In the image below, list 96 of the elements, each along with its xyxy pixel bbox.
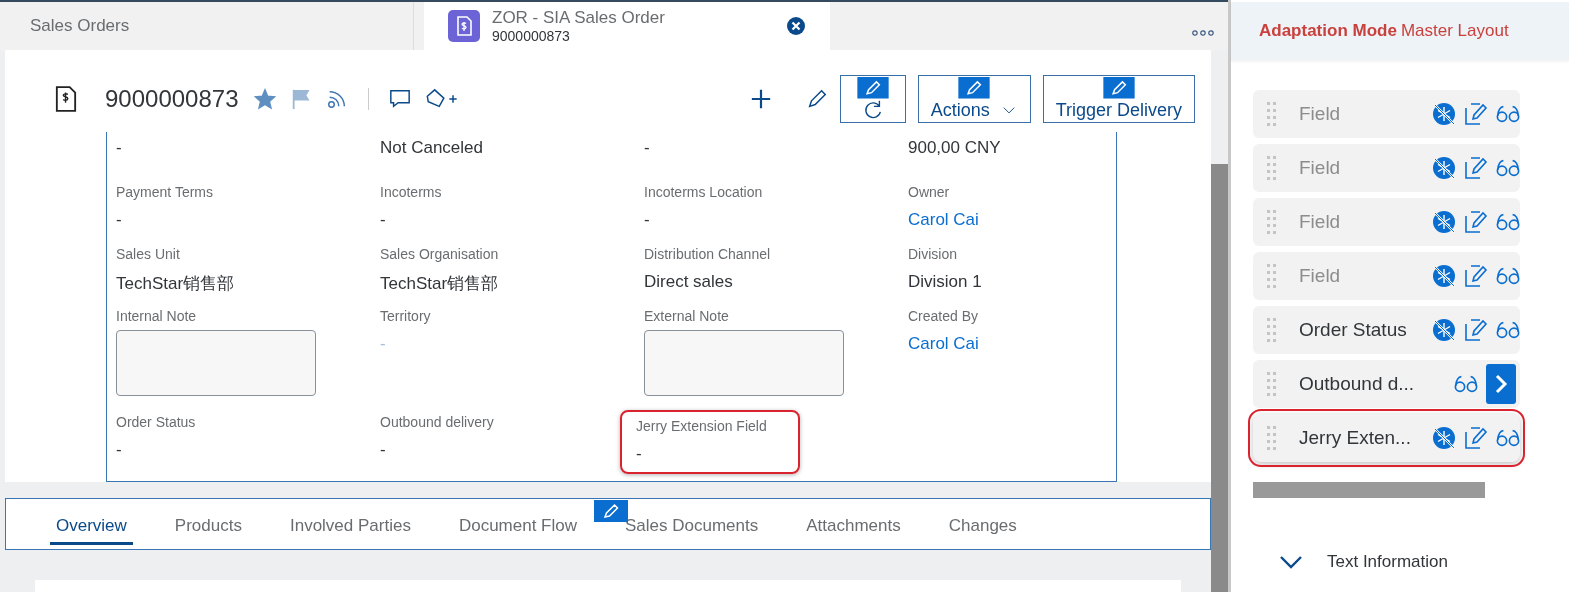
edit-document-icon[interactable] [1464, 156, 1488, 180]
field-label: Incoterms Location [644, 184, 763, 200]
edit-document-icon[interactable] [1464, 102, 1488, 126]
hide-icon[interactable] [1432, 210, 1456, 234]
more-icon[interactable] [1192, 30, 1214, 36]
field-value: - [644, 138, 650, 158]
field-name: Field [1299, 103, 1342, 125]
field-link[interactable]: Carol Cai [908, 334, 979, 354]
layout-title: Master Layout [1400, 21, 1509, 41]
menu-button[interactable]: Actions [917, 75, 1031, 123]
field-label: Created By [908, 308, 979, 324]
field-value: - [380, 440, 386, 460]
navigate-button[interactable] [1486, 364, 1516, 404]
field-label: Payment Terms [116, 184, 213, 200]
field-name: Field [1299, 265, 1342, 287]
field-label: Jerry Extension Field [636, 418, 767, 434]
comment-icon[interactable] [389, 88, 412, 110]
section-tab[interactable]: Sales Documents [619, 511, 765, 545]
field-name: Field [1299, 157, 1342, 179]
action-button[interactable]: Trigger Delivery [1042, 75, 1196, 123]
field-name: Jerry Exten... [1299, 427, 1412, 449]
field-label: Incoterms [380, 184, 442, 200]
add-tag-icon[interactable] [425, 88, 460, 110]
field-row[interactable]: Outbound d... [1253, 360, 1520, 408]
field-value: - [380, 334, 386, 354]
hide-icon[interactable] [1432, 426, 1456, 450]
edit-icon[interactable] [1102, 77, 1135, 99]
field-name: Outbound d... [1299, 373, 1416, 395]
field-label: Sales Unit [116, 246, 180, 262]
field-row[interactable]: Field [1253, 90, 1520, 138]
text-area[interactable] [116, 330, 316, 396]
section-tab[interactable]: Attachments [800, 511, 907, 545]
edit-icon[interactable] [958, 77, 991, 99]
drag-handle-icon[interactable] [1267, 264, 1277, 288]
section-tab[interactable]: Involved Parties [283, 511, 417, 545]
star-icon[interactable] [254, 88, 277, 110]
field-value: - [380, 210, 386, 230]
drag-handle-icon[interactable] [1267, 210, 1277, 234]
field-row[interactable]: Field [1253, 252, 1520, 300]
drag-handle-icon[interactable] [1267, 156, 1277, 180]
drag-handle-icon[interactable] [1267, 102, 1277, 126]
refresh-button[interactable] [839, 75, 906, 123]
mode-title: Adaptation Mode [1259, 21, 1397, 41]
text-area[interactable] [644, 330, 844, 396]
field-row[interactable]: Order Status [1253, 306, 1520, 354]
edit-document-icon[interactable] [1464, 264, 1488, 288]
field-row[interactable]: Field [1253, 198, 1520, 246]
field-label: Owner [908, 184, 950, 200]
drag-handle-icon[interactable] [1267, 318, 1277, 342]
field-value: - [636, 444, 642, 464]
hide-icon[interactable] [1432, 318, 1456, 342]
section-tab[interactable]: Overview [50, 511, 133, 545]
edit-document-icon[interactable] [1464, 318, 1488, 342]
field-value: 900,00 CNY [908, 138, 1001, 158]
edit-document-icon[interactable] [1464, 210, 1488, 234]
field-row[interactable]: Field [1253, 144, 1520, 192]
field-value: TechStar销售部 [116, 273, 235, 295]
drag-handle-icon[interactable] [1267, 372, 1277, 396]
section-tab[interactable]: Products [168, 511, 248, 545]
field-value: - [116, 138, 122, 158]
field-name: Field [1299, 211, 1342, 233]
object-title: 9000000873 [105, 85, 239, 113]
document-icon [55, 84, 77, 114]
edit-icon[interactable] [594, 500, 628, 522]
field-label: Internal Note [116, 308, 197, 324]
field-value: Not Canceled [380, 138, 483, 158]
field-label: Territory [380, 308, 431, 324]
field-label: Distribution Channel [644, 246, 771, 262]
field-value: - [116, 210, 122, 230]
hide-icon[interactable] [1432, 102, 1456, 126]
field-value: - [644, 210, 650, 230]
field-value: - [116, 440, 122, 460]
field-label: Sales Organisation [380, 246, 499, 262]
field-label: Order Status [116, 414, 196, 430]
document-icon [448, 10, 480, 42]
scrollbar[interactable] [1211, 164, 1228, 592]
chevron-icon[interactable] [1279, 554, 1303, 570]
hide-icon[interactable] [1432, 264, 1456, 288]
field-label: Outbound delivery [380, 414, 494, 430]
drag-handle-icon[interactable] [1267, 426, 1277, 450]
app-tab[interactable]: ZOR - SIA Sales Order 9000000873 [424, 2, 830, 50]
close-icon[interactable] [786, 16, 806, 36]
field-value: TechStar销售部 [380, 273, 499, 295]
field-value: Division 1 [908, 272, 982, 292]
field-label: External Note [644, 308, 729, 324]
section-tab[interactable]: Changes [942, 511, 1023, 545]
add-icon[interactable] [749, 88, 772, 110]
field-label: Division [908, 246, 957, 262]
field-name: Order Status [1299, 319, 1408, 341]
hide-icon[interactable] [1432, 156, 1456, 180]
edit-icon[interactable] [856, 77, 889, 99]
section-tab[interactable]: Document Flow [452, 511, 583, 545]
field-value: Direct sales [644, 272, 733, 292]
section-title: Text Information [1327, 552, 1448, 572]
field-link[interactable]: Carol Cai [908, 210, 979, 230]
edit-document-icon[interactable] [1464, 426, 1488, 450]
